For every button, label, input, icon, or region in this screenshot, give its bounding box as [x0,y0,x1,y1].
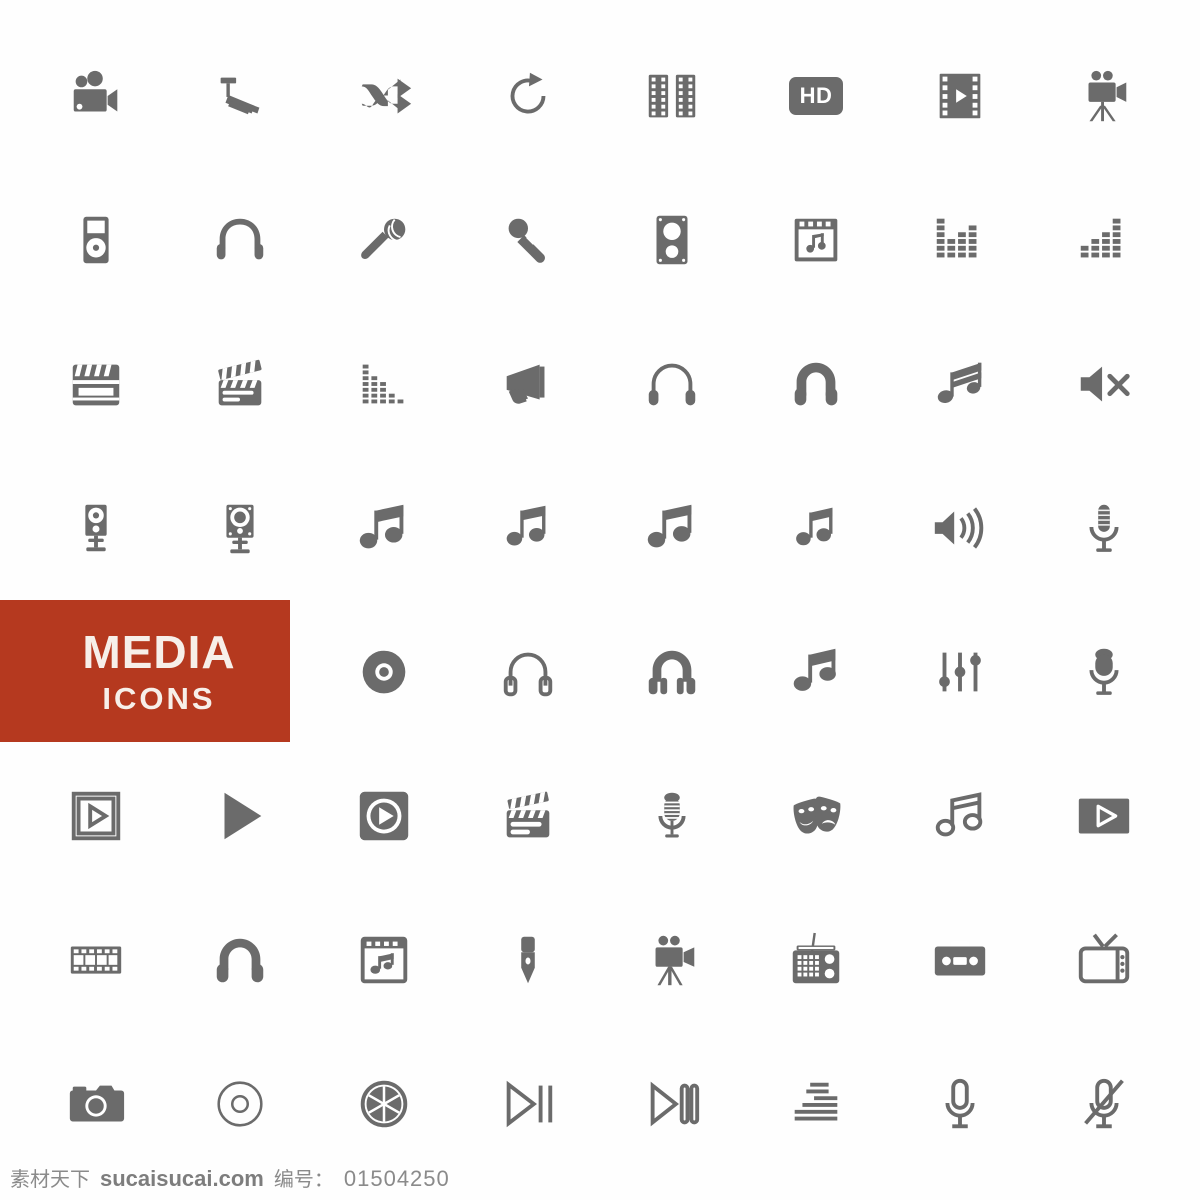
studio-microphone-icon[interactable] [1032,456,1176,600]
play-pause-outline-alt-icon[interactable] [600,1032,744,1176]
cctv-camera-icon[interactable] [168,24,312,168]
monitor-speaker-stand-alt-icon[interactable] [168,456,312,600]
music-window-icon[interactable] [744,168,888,312]
film-play-icon[interactable] [888,24,1032,168]
footer-site: sucaisucai.com [100,1166,264,1191]
hd-badge-label: HD [788,77,844,115]
music-note-pair-wide-icon[interactable] [600,456,744,600]
photo-camera-icon[interactable] [24,1032,168,1176]
shuffle-icon[interactable] [312,24,456,168]
banner-title: MEDIA [82,625,236,678]
video-camera-icon[interactable] [24,24,168,168]
microphone-muted-icon[interactable] [1032,1032,1176,1176]
music-app-window-icon[interactable] [312,888,456,1032]
headphones-bold-icon[interactable] [744,312,888,456]
microphone-diagonal-icon[interactable] [312,168,456,312]
microphone-solid-icon[interactable] [456,888,600,1032]
cassette-tape-icon[interactable] [888,888,1032,1032]
film-strip-horizontal-icon[interactable] [24,888,168,1032]
mp3-player-icon[interactable] [24,168,168,312]
play-pause-outline-icon[interactable] [456,1032,600,1176]
speaker-cabinet-icon[interactable] [600,168,744,312]
hd-badge-icon[interactable]: HD [744,24,888,168]
theater-masks-icon[interactable] [744,744,888,888]
megaphone-icon[interactable] [456,312,600,456]
equalizer-bars-icon[interactable] [312,312,456,456]
film-strips-icon[interactable] [600,24,744,168]
speaker-mute-icon[interactable] [1032,312,1176,456]
music-note-pair-slim-icon[interactable] [456,456,600,600]
footer-watermark: 素材天下 sucaisucai.com 编号： 01504250 [10,1163,450,1192]
headset-outline-icon[interactable] [456,600,600,744]
clapperboard-closed-icon[interactable] [24,312,168,456]
footer-number-label: 编号： [273,1167,334,1191]
movie-camera-stand-icon[interactable] [600,888,744,1032]
handheld-microphone-icon[interactable] [456,168,600,312]
retro-tv-icon[interactable] [1032,888,1176,1032]
movie-camera-tripod-icon[interactable] [1032,24,1176,168]
icon-sheet: HD MEDIA ICONS 素材天下 sucaisucai.com 编号： 0… [0,0,1200,1200]
music-note-single-icon[interactable] [744,600,888,744]
disc-outline-icon[interactable] [168,1032,312,1176]
play-triangle-icon[interactable] [168,744,312,888]
clapperboard-filled-icon[interactable] [456,744,600,888]
redo-icon[interactable] [456,24,600,168]
video-frame-play-icon[interactable] [24,744,168,888]
media-icons-banner: MEDIA ICONS [0,600,290,742]
retro-microphone-icon[interactable] [600,744,744,888]
monitor-speaker-stand-icon[interactable] [24,456,168,600]
headset-filled-icon[interactable] [600,600,744,744]
headphones-thin-icon[interactable] [168,168,312,312]
microphone-outline-icon[interactable] [888,1032,1032,1176]
aperture-icon[interactable] [312,1032,456,1176]
equalizer-blocks-alt-icon[interactable] [1032,168,1176,312]
music-note-outline-icon[interactable] [888,744,1032,888]
headphones-outline-icon[interactable] [600,312,744,456]
icon-grid: HD [0,24,1200,1144]
volume-up-icon[interactable] [888,456,1032,600]
radio-icon[interactable] [744,888,888,1032]
equalizer-blocks-icon[interactable] [888,168,1032,312]
video-play-button-icon[interactable] [1032,744,1176,888]
sliders-icon[interactable] [888,600,1032,744]
vintage-microphone-icon[interactable] [1032,600,1176,744]
clapperboard-open-icon[interactable] [168,312,312,456]
play-rounded-square-icon[interactable] [312,744,456,888]
headphones-solid-icon[interactable] [168,888,312,1032]
compact-disc-icon[interactable] [312,600,456,744]
footer-brand-cn: 素材天下 [10,1167,90,1191]
music-note-beamed-icon[interactable] [888,312,1032,456]
music-note-pair-small-icon[interactable] [744,456,888,600]
equalizer-lines-icon[interactable] [744,1032,888,1176]
hd-badge-wrapper: HD [785,65,847,127]
footer-number-value: 01504250 [343,1166,450,1191]
banner-subtitle: ICONS [102,680,216,716]
music-note-pair-icon[interactable] [312,456,456,600]
